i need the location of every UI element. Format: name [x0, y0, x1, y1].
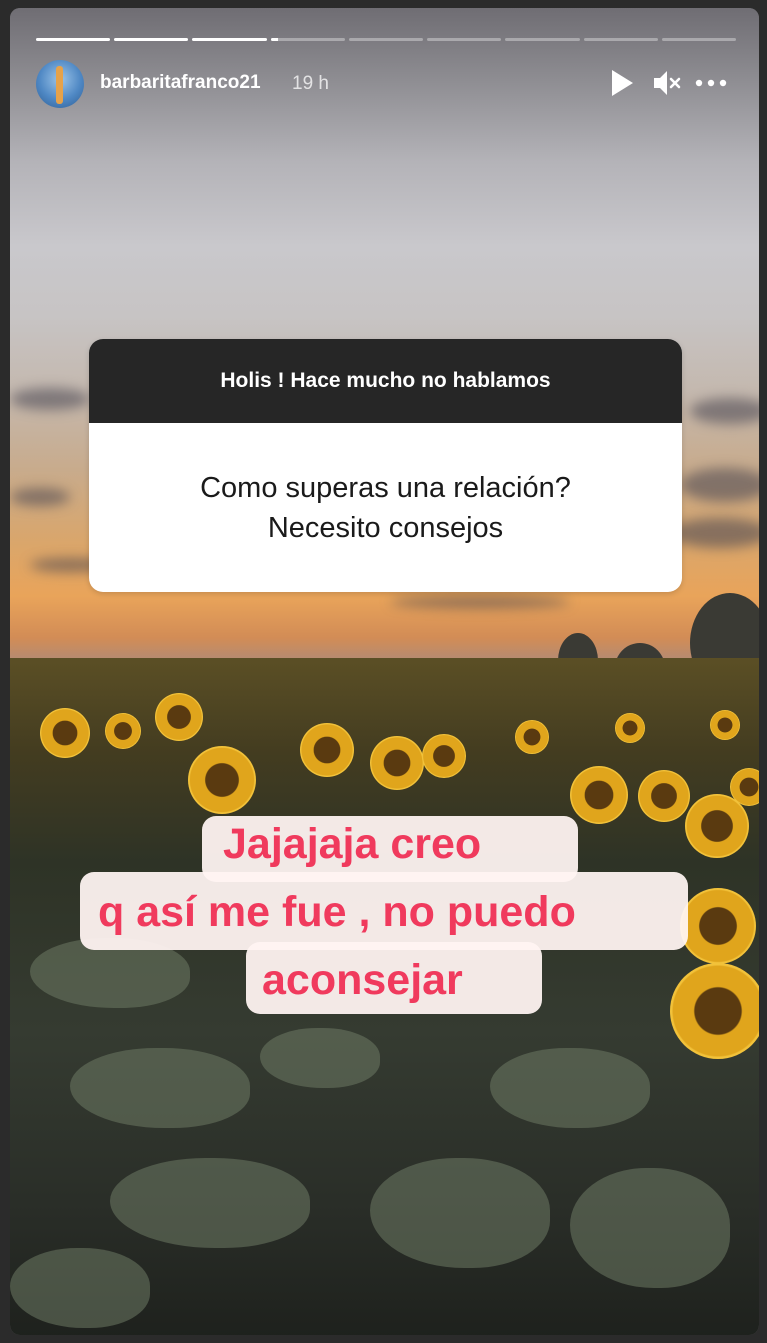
avatar[interactable]: [36, 60, 84, 108]
progress-segment: [114, 38, 189, 41]
post-time: 19 h: [292, 73, 329, 94]
sunflower: [670, 963, 759, 1059]
progress-segment: [348, 38, 424, 41]
sunflower: [300, 723, 354, 777]
cloud: [10, 388, 90, 410]
question-sticker: Holis ! Hace mucho no hablamos Como supe…: [89, 339, 682, 592]
progress-segment: [192, 38, 267, 41]
story-header: barbaritafranco21 19 h: [36, 60, 736, 110]
sunflower: [105, 713, 141, 749]
sunflower: [615, 713, 645, 743]
sunflower: [40, 708, 90, 758]
progress-segment: [583, 38, 658, 41]
leaf: [10, 1248, 150, 1328]
sunflower: [680, 888, 756, 964]
story-frame: barbaritafranco21 19 h Holis ! Hace much…: [10, 8, 759, 1335]
reply-text-line: Jajajaja creo: [223, 820, 482, 868]
sunflower: [710, 710, 740, 740]
question-answer: Como superas una relación? Necesito cons…: [89, 423, 682, 592]
play-icon[interactable]: [609, 68, 635, 98]
cloud: [390, 596, 570, 608]
sunflower: [188, 746, 256, 814]
cloud: [670, 518, 759, 548]
question-prompt: Holis ! Hace mucho no hablamos: [89, 339, 682, 423]
question-line: Necesito consejos: [267, 511, 504, 544]
story-progress-bar: [36, 38, 736, 41]
progress-segment: [505, 38, 580, 41]
progress-segment: [427, 38, 502, 41]
username-link[interactable]: barbaritafranco21: [100, 72, 261, 94]
sunflower: [515, 720, 549, 754]
cloud: [10, 488, 70, 506]
cloud: [680, 468, 759, 502]
progress-segment: [661, 38, 736, 41]
speaker-muted-icon[interactable]: [652, 68, 682, 98]
reply-text-line: q así me fue , no puedo: [98, 888, 576, 936]
sunflower: [155, 693, 203, 741]
sunflower: [422, 734, 466, 778]
sunflower: [370, 736, 424, 790]
more-horizontal-icon[interactable]: [694, 68, 728, 98]
sunflower: [570, 766, 628, 824]
reply-text-line: aconsejar: [262, 956, 463, 1004]
sunflower: [638, 770, 690, 822]
progress-segment: [270, 38, 345, 41]
question-line: Como superas una relación?: [200, 471, 571, 504]
leaf: [260, 1028, 380, 1088]
progress-segment: [36, 38, 111, 41]
